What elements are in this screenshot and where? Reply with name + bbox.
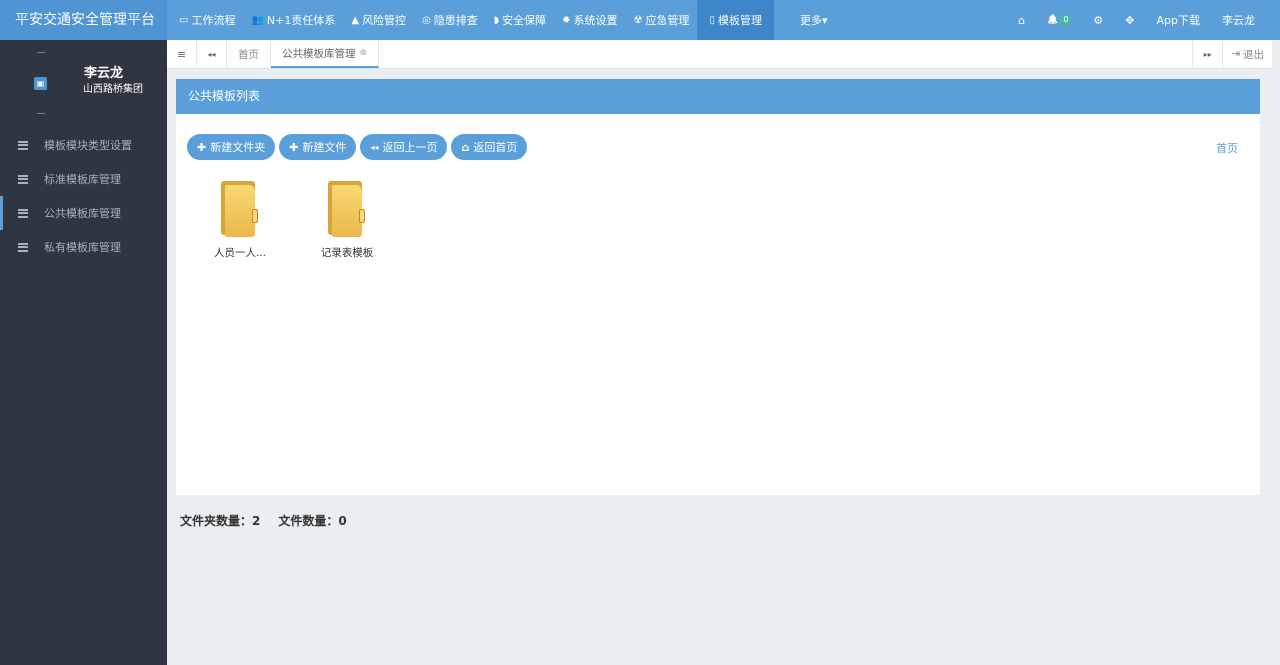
user-menu[interactable]: 李云龙: [1211, 0, 1266, 40]
list-icon: [18, 208, 28, 218]
avatar[interactable]: ▣: [34, 77, 47, 90]
nav-label: 风险管控: [362, 14, 407, 27]
folder-count: 文件夹数量：2: [180, 514, 261, 528]
nav-item-risk[interactable]: ▲ 风险管控: [343, 0, 414, 40]
nav-label: 工作流程: [191, 14, 236, 27]
tab-public-templates[interactable]: 公共模板库管理 ⊗: [271, 40, 380, 68]
profile-org: 山西路桥集团: [83, 84, 143, 95]
backward-icon: ◂◂: [370, 142, 379, 152]
sidebar-item-standard-templates[interactable]: 标准模板库管理: [0, 162, 167, 196]
nav-item-safety[interactable]: ◗ 安全保障: [486, 0, 554, 40]
divider: [37, 52, 45, 53]
tabs-next-icon[interactable]: ▸▸: [1192, 40, 1222, 68]
sidebar-item-label: 标准模板库管理: [44, 173, 121, 186]
nav-item-hazard[interactable]: ◎ 隐患排查: [414, 0, 486, 40]
home-icon[interactable]: ⌂: [1007, 0, 1036, 40]
nav-label: N+1责任体系: [266, 14, 336, 27]
nav-label: 隐患排查: [433, 14, 478, 27]
menu-toggle-icon[interactable]: ≡: [167, 40, 197, 68]
gear-icon: ✹: [562, 14, 571, 26]
top-navbar: 平安交通安全管理平台 ▭ 工作流程 👥 N+1责任体系 ▲ 风险管控 ◎ 隐患排查 ◗ 安…: [0, 0, 1280, 40]
new-file-button[interactable]: ✚ 新建文件: [279, 134, 357, 160]
nav-item-responsibility[interactable]: 👥 N+1责任体系: [243, 0, 343, 40]
tab-spacer: [379, 40, 1192, 68]
folder-icon: [326, 179, 368, 239]
notification-button[interactable]: 🔔 0: [1036, 0, 1082, 40]
logout-label: 退出: [1243, 48, 1264, 61]
biohazard-icon: ☢: [633, 14, 643, 26]
tab-bar: ≡ ◂◂ 首页 公共模板库管理 ⊗ ▸▸ ⇥ 退出: [167, 40, 1272, 69]
tabs-prev-icon[interactable]: ◂◂: [197, 40, 227, 68]
sidebar: ▣ 李云龙 山西路桥集团 模板模块类型设置 标准模板库管理 公共模板库管理 私有…: [0, 40, 167, 665]
nav-item-more[interactable]: 更多▾: [792, 0, 836, 40]
app-title[interactable]: 平安交通安全管理平台: [0, 0, 167, 40]
toolbar: ✚ 新建文件夹 ✚ 新建文件 ◂◂ 返回上一页 ⌂ 返回首页: [187, 134, 528, 160]
button-label: 返回上一页: [382, 141, 438, 154]
profile-name: 李云龙: [84, 66, 124, 81]
folder-item[interactable]: 人员一人...: [195, 179, 285, 260]
template-list-panel: 公共模板列表 ✚ 新建文件夹 ✚ 新建文件 ◂◂ 返回上一页 ⌂ 返回首页 首页 人员一…: [176, 79, 1260, 495]
panel-title: 公共模板列表: [176, 79, 1260, 114]
tab-label: 公共模板库管理: [282, 47, 356, 60]
sidebar-item-public-templates[interactable]: 公共模板库管理: [0, 196, 167, 230]
settings-icon[interactable]: ⚙: [1082, 0, 1114, 40]
button-label: 新建文件: [302, 141, 347, 154]
nav-label: 系统设置: [573, 14, 618, 27]
list-icon: [18, 140, 28, 150]
logout-icon: ⇥: [1231, 48, 1240, 60]
back-button[interactable]: ◂◂ 返回上一页: [360, 134, 448, 160]
logout-button[interactable]: ⇥ 退出: [1222, 40, 1272, 68]
fullscreen-icon[interactable]: ✥: [1114, 0, 1145, 40]
sidebar-item-private-templates[interactable]: 私有模板库管理: [0, 230, 167, 264]
breadcrumb-home-link[interactable]: 首页: [1216, 140, 1238, 156]
main-nav: ▭ 工作流程 👥 N+1责任体系 ▲ 风险管控 ◎ 隐患排查 ◗ 安全保障 ✹ 系统设置 ☢…: [171, 0, 835, 40]
plus-icon: ✚: [289, 140, 299, 154]
sidebar-item-template-types[interactable]: 模板模块类型设置: [0, 128, 167, 162]
divider: [37, 113, 45, 114]
nav-label: 安全保障: [502, 14, 547, 27]
close-icon[interactable]: ⊗: [360, 48, 368, 58]
folder-item[interactable]: 记录表模板: [302, 179, 392, 260]
list-icon: [18, 174, 28, 184]
users-icon: 👥: [251, 14, 264, 26]
new-folder-button[interactable]: ✚ 新建文件夹: [187, 134, 276, 160]
sidebar-item-label: 私有模板库管理: [44, 241, 121, 254]
nav-item-settings[interactable]: ✹ 系统设置: [554, 0, 625, 40]
nav-label: 模板管理: [717, 14, 762, 27]
nav-right: ⌂ 🔔 0 ⚙ ✥ App下载 李云龙: [1007, 0, 1280, 40]
monitor-icon: ▭: [179, 14, 189, 26]
home-button[interactable]: ⌂ 返回首页: [451, 134, 528, 160]
item-count-summary: 文件夹数量：2 文件数量：0: [180, 512, 347, 529]
nav-item-templates[interactable]: ▯ 模板管理: [697, 0, 774, 40]
list-icon: [18, 242, 28, 252]
plus-icon: ✚: [197, 140, 207, 154]
sidebar-menu: 模板模块类型设置 标准模板库管理 公共模板库管理 私有模板库管理: [0, 128, 167, 264]
home-icon: ⌂: [461, 140, 470, 154]
nav-item-emergency[interactable]: ☢ 应急管理: [625, 0, 697, 40]
app-download-link[interactable]: App下载: [1146, 0, 1212, 40]
file-count: 文件数量：0: [278, 514, 347, 528]
tab-home[interactable]: 首页: [227, 40, 271, 68]
search-icon: ◎: [422, 14, 431, 26]
button-label: 新建文件夹: [210, 141, 266, 154]
sidebar-item-label: 公共模板库管理: [44, 207, 121, 220]
button-label: 返回首页: [473, 141, 518, 154]
notification-badge: 0: [1060, 15, 1072, 25]
bell-icon: 🔔: [1047, 15, 1059, 25]
sidebar-item-label: 模板模块类型设置: [44, 139, 132, 152]
file-icon: ▯: [709, 14, 715, 26]
folder-label: 记录表模板: [320, 247, 374, 259]
warning-icon: ▲: [351, 14, 360, 26]
shield-icon: ◗: [493, 14, 500, 26]
folder-icon: [219, 179, 261, 239]
folder-label: 人员一人...: [213, 247, 266, 259]
nav-label: 应急管理: [645, 14, 690, 27]
nav-item-workflow[interactable]: ▭ 工作流程: [171, 0, 243, 40]
user-profile: ▣ 李云龙 山西路桥集团: [0, 40, 167, 125]
